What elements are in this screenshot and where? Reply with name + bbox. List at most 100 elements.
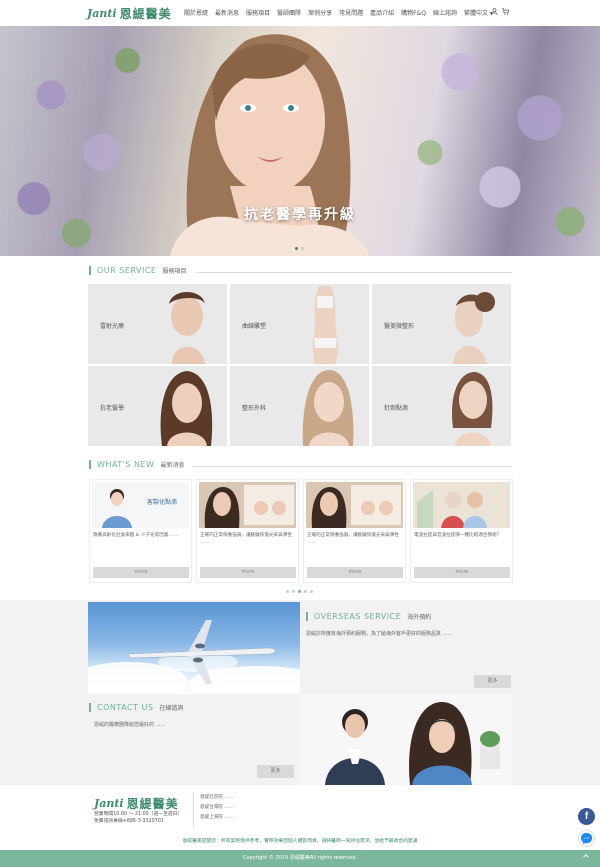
nav-item-news[interactable]: 最新消息 — [215, 8, 239, 17]
opening-hours: 營業時間10:00 ～ 21:00（週一至週日） — [94, 812, 183, 817]
news-text: 隨著高齡化社會來臨 & 少子化等因素 …… — [93, 533, 180, 538]
nav-item-doctors[interactable]: 醫師團隊 — [277, 8, 301, 17]
service-card-body-contouring[interactable]: 曲線雕塑 — [230, 284, 369, 364]
nav-item-shopping-faq[interactable]: 購物F&Q — [401, 8, 426, 17]
contact-title-zh: 在線諮詢 — [159, 705, 184, 712]
messenger-icon[interactable] — [578, 830, 595, 847]
nav-item-about[interactable]: 關於恩緹 — [184, 8, 208, 17]
news-section-title: WHAT'S NEW 最新消息 — [89, 460, 184, 469]
service-card-injection[interactable]: 針劑點滴 — [372, 366, 511, 446]
news-card[interactable]: 電波拉提與音波拉提哪一種比較適合我呢？ more — [410, 479, 513, 583]
service-label: 針劑點滴 — [384, 405, 409, 412]
nav-item-cases[interactable]: 案例分享 — [308, 8, 332, 17]
footer-addresses: 恩緹北京院 …… 恩緹台灣院 …… 恩緹上海院 …… — [200, 793, 234, 823]
service-image — [451, 372, 493, 446]
news-text: 正確的正常保養強調，讓臉龐恢復光采與彈性 …… — [200, 533, 292, 545]
thumb-caption: 客製化點滴 — [147, 498, 177, 506]
service-image — [160, 371, 213, 446]
logo-mark: Janti — [87, 7, 117, 20]
hero-banner[interactable]: 抗老醫學再升級 — [0, 26, 600, 256]
news-more-button[interactable]: more — [200, 567, 296, 578]
consult-phone: 免費諮詢專線+886-3-3320701 — [94, 819, 164, 824]
news-thumbnail — [413, 482, 510, 528]
news-thumbnail: 客製化點滴 — [92, 482, 189, 528]
site-footer — [0, 785, 600, 837]
site-header: Janti 恩緹醫美 關於恩緹 最新消息 服務項目 醫師團隊 案例分享 常見問題… — [0, 0, 600, 26]
news-title-zh: 最新消息 — [160, 462, 185, 469]
contact-text: 恩緹的醫療團隊給您最好的 …… — [94, 722, 166, 728]
main-nav: 關於恩緹 最新消息 服務項目 醫師團隊 案例分享 常見問題 產品介紹 購物F&Q… — [184, 8, 493, 17]
service-label: 醫美微整形 — [384, 323, 415, 330]
service-image — [453, 292, 495, 364]
overseas-text: 恩緹診所擁有海外預約服務，為了給海外客戶更好的服務品質 …… — [306, 631, 453, 637]
services-title-en: OUR SERVICE — [97, 266, 157, 275]
footer-disclaimer: 恩緹醫美提醒您：所有案例僅供參考，實際效果因個人體質而異，請將醫師一同評估需求，… — [0, 837, 600, 847]
footer-copyright: Copyright © 2019 恩緹醫美All rights reserved… — [0, 850, 600, 867]
title-accent-bar — [89, 266, 91, 275]
news-thumbnail — [199, 482, 296, 528]
footer-logo[interactable]: Janti 恩緹醫美 — [94, 795, 179, 812]
contact-more-button[interactable]: 更多 — [257, 765, 294, 778]
service-image — [312, 286, 339, 364]
back-to-top-icon[interactable] — [583, 853, 589, 861]
news-thumbnail — [306, 482, 403, 528]
news-pagination — [286, 590, 313, 593]
language-select[interactable]: 繁體中文 ▾ — [464, 8, 493, 17]
facebook-icon[interactable]: f — [578, 808, 595, 825]
address-line: 恩緹北京院 …… — [200, 795, 234, 800]
service-image — [169, 292, 205, 364]
title-accent-bar — [89, 703, 91, 712]
nav-item-consult[interactable]: 線上諮詢 — [433, 8, 457, 17]
news-more-button[interactable]: more — [93, 567, 189, 578]
contact-title-en: CONTACT US — [97, 703, 154, 712]
news-text: 電波拉提與音波拉提哪一種比較適合我呢？ — [414, 533, 502, 538]
title-accent-bar — [89, 460, 91, 469]
nav-item-faq[interactable]: 常見問題 — [339, 8, 363, 17]
service-card-micro-surgery[interactable]: 醫美微整形 — [372, 284, 511, 364]
overseas-title-en: OVERSEAS SERVICE — [314, 612, 402, 621]
logo-text: 恩緹醫美 — [119, 7, 172, 21]
service-label: 曲線雕塑 — [242, 323, 267, 330]
airplane-image — [88, 602, 300, 694]
overseas-more-button[interactable]: 更多 — [474, 675, 511, 688]
footer-logo-mark: Janti — [94, 797, 124, 810]
news-card[interactable]: 客製化點滴 隨著高齡化社會來臨 & 少子化等因素 …… more — [89, 479, 192, 583]
overseas-section-title: OVERSEAS SERVICE 海外預約 — [306, 612, 431, 621]
services-section-title: OUR SERVICE 服務項目 — [89, 266, 187, 275]
news-dot-2[interactable] — [292, 590, 295, 593]
service-label: 整形外科 — [242, 405, 267, 412]
contact-section-title: CONTACT US 在線諮詢 — [89, 703, 183, 712]
news-title-en: WHAT'S NEW — [97, 460, 155, 469]
nav-item-products[interactable]: 產品介紹 — [370, 8, 394, 17]
news-more-button[interactable]: more — [307, 567, 403, 578]
hero-dot-2[interactable] — [301, 247, 304, 250]
news-dot-5[interactable] — [310, 590, 313, 593]
hero-pagination — [295, 247, 304, 250]
news-dot-4[interactable] — [304, 590, 307, 593]
news-card[interactable]: 正確的正常保養強調，讓臉龐恢復光采與彈性 …… more — [196, 479, 299, 583]
news-dot-3[interactable] — [298, 590, 301, 593]
footer-logo-text: 恩緹醫美 — [126, 797, 179, 811]
news-card[interactable]: 正確的正常保養強調，讓臉龐恢復光采與彈性 …… more — [303, 479, 406, 583]
news-more-button[interactable]: more — [414, 567, 510, 578]
cart-icon[interactable] — [502, 8, 510, 17]
news-text: 正確的正常保養強調，讓臉龐恢復光采與彈性 …… — [307, 533, 399, 545]
news-dot-1[interactable] — [286, 590, 289, 593]
site-logo[interactable]: Janti 恩緹醫美 — [87, 5, 172, 22]
overseas-title-zh: 海外預約 — [407, 614, 432, 621]
footer-hours: 營業時間10:00 ～ 21:00（週一至週日） 免費諮詢專線+886-3-33… — [94, 811, 182, 825]
service-card-plastic-surgery[interactable]: 整形外科 — [230, 366, 369, 446]
hero-dot-1[interactable] — [295, 247, 298, 250]
footer-divider — [193, 792, 194, 828]
divider — [196, 272, 512, 273]
service-card-anti-aging[interactable]: 抗老醫學 — [88, 366, 227, 446]
nav-item-services[interactable]: 服務項目 — [246, 8, 270, 17]
address-line: 恩緹台灣院 …… — [200, 805, 234, 810]
services-title-zh: 服務項目 — [162, 268, 187, 275]
divider — [192, 466, 512, 467]
service-card-laser[interactable]: 雷射光療 — [88, 284, 227, 364]
address-line: 恩緹上海院 …… — [200, 815, 234, 820]
hero-title: 抗老醫學再升級 — [244, 207, 356, 223]
user-icon[interactable] — [491, 8, 498, 17]
support-agents-image — [300, 694, 512, 785]
